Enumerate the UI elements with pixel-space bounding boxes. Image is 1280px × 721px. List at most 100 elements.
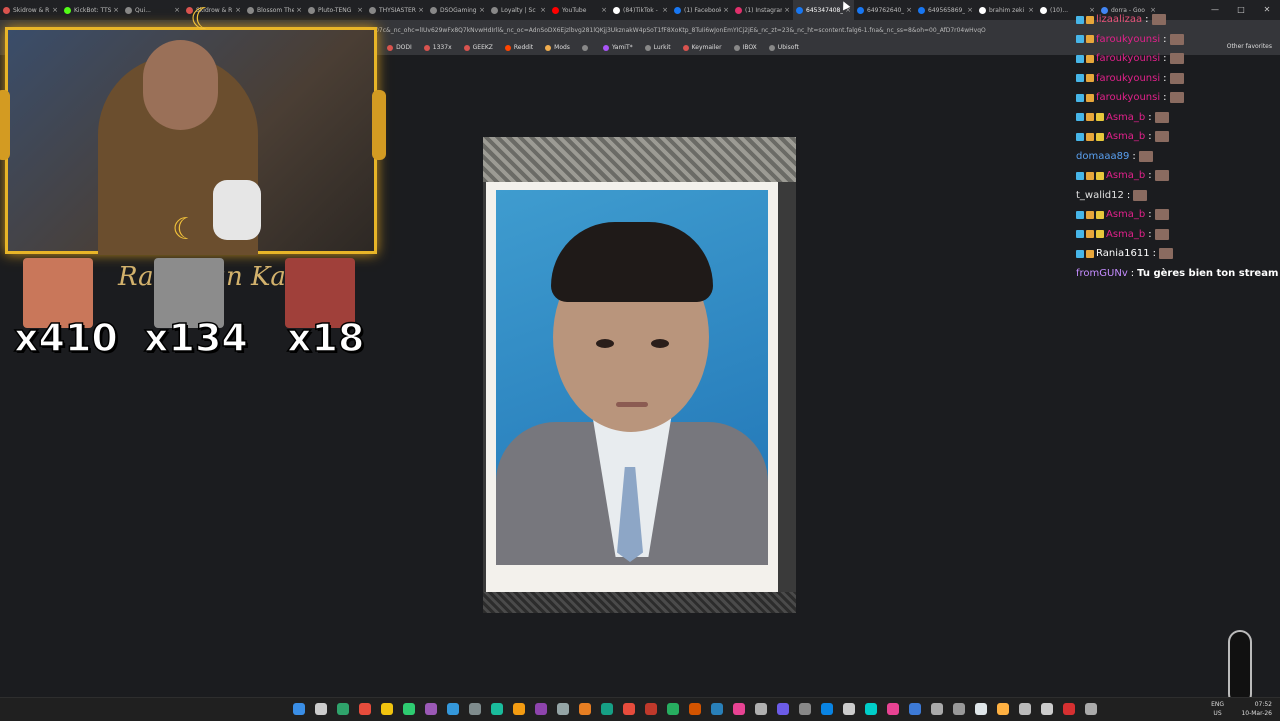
tab-close-icon[interactable]: × bbox=[601, 6, 607, 14]
taskbar-app-icon[interactable] bbox=[359, 703, 371, 715]
taskbar-app-icon[interactable] bbox=[535, 703, 547, 715]
tab-close-icon[interactable]: × bbox=[52, 6, 58, 14]
taskbar-app-icon[interactable] bbox=[953, 703, 965, 715]
taskbar-app-icon[interactable] bbox=[557, 703, 569, 715]
taskbar-app-icon[interactable] bbox=[1041, 703, 1053, 715]
bookmark-item[interactable]: Reddit bbox=[504, 44, 533, 51]
clock[interactable]: 07:52 10-Mar-26 bbox=[1241, 700, 1272, 718]
taskbar-app-icon[interactable] bbox=[469, 703, 481, 715]
taskbar-app-icon[interactable] bbox=[579, 703, 591, 715]
taskbar-app-icon[interactable] bbox=[865, 703, 877, 715]
taskbar-app-icon[interactable] bbox=[381, 703, 393, 715]
chat-username[interactable]: lizaalizaa bbox=[1096, 14, 1142, 25]
taskbar-app-icon[interactable] bbox=[623, 703, 635, 715]
taskbar-app-icon[interactable] bbox=[909, 703, 921, 715]
taskbar-app-icon[interactable] bbox=[689, 703, 701, 715]
taskbar-app-icon[interactable] bbox=[755, 703, 767, 715]
chat-message: faroukyounsi: bbox=[1076, 69, 1184, 88]
taskbar-app-icon[interactable] bbox=[975, 703, 987, 715]
emote-count: x18 bbox=[286, 315, 365, 361]
taskbar-app-icon[interactable] bbox=[931, 703, 943, 715]
browser-tab[interactable]: Loyalty | Sc × bbox=[488, 0, 549, 20]
bookmark-item[interactable]: 1337x bbox=[423, 44, 452, 51]
taskbar-app-icon[interactable] bbox=[1085, 703, 1097, 715]
browser-tab[interactable]: (1) Instagram × bbox=[732, 0, 793, 20]
bookmark-item[interactable]: YamiT* bbox=[602, 44, 633, 51]
taskbar-app-icon[interactable] bbox=[645, 703, 657, 715]
bookmark-item[interactable]: Lurkit bbox=[644, 44, 671, 51]
browser-tab[interactable]: Blossom The × bbox=[244, 0, 305, 20]
chat-username[interactable]: Asma_b bbox=[1106, 229, 1145, 240]
browser-tab[interactable]: THYSIASTER × bbox=[366, 0, 427, 20]
bookmark-item[interactable]: Keymailer bbox=[682, 44, 722, 51]
browser-tab[interactable]: YouTube × bbox=[549, 0, 610, 20]
chat-username[interactable]: faroukyounsi bbox=[1096, 53, 1160, 64]
taskbar-app-icon[interactable] bbox=[513, 703, 525, 715]
chat-username[interactable]: Asma_b bbox=[1106, 209, 1145, 220]
taskbar-app-icon[interactable] bbox=[711, 703, 723, 715]
taskbar-app-icon[interactable] bbox=[601, 703, 613, 715]
chat-username[interactable]: faroukyounsi bbox=[1096, 34, 1160, 45]
browser-tab[interactable]: 649762640_ × bbox=[854, 0, 915, 20]
chat-username[interactable]: fromGUNv bbox=[1076, 268, 1128, 279]
tab-close-icon[interactable]: × bbox=[479, 6, 485, 14]
taskbar-app-icon[interactable] bbox=[821, 703, 833, 715]
chat-username[interactable]: Rania1611 bbox=[1096, 248, 1150, 259]
tab-close-icon[interactable]: × bbox=[723, 6, 729, 14]
chat-username[interactable]: domaaa89 bbox=[1076, 151, 1129, 162]
tab-close-icon[interactable]: × bbox=[906, 6, 912, 14]
start-icon[interactable] bbox=[293, 703, 305, 715]
taskbar-app-icon[interactable] bbox=[1063, 703, 1075, 715]
tab-close-icon[interactable]: × bbox=[296, 6, 302, 14]
tab-close-icon[interactable]: × bbox=[1028, 6, 1034, 14]
chat-username[interactable]: t_walid12 bbox=[1076, 190, 1124, 201]
taskbar-app-icon[interactable] bbox=[425, 703, 437, 715]
language-indicator[interactable]: ENG US bbox=[1211, 700, 1224, 718]
tab-close-icon[interactable]: × bbox=[418, 6, 424, 14]
browser-tab[interactable]: Skidrow & R × bbox=[0, 0, 61, 20]
taskbar-app-icon[interactable] bbox=[777, 703, 789, 715]
tab-close-icon[interactable]: × bbox=[113, 6, 119, 14]
taskbar-app-icon[interactable] bbox=[337, 703, 349, 715]
taskbar-app-icon[interactable] bbox=[843, 703, 855, 715]
taskbar-app-icon[interactable] bbox=[799, 703, 811, 715]
chat-username[interactable]: faroukyounsi bbox=[1096, 92, 1160, 103]
browser-tab[interactable]: brahim zeki × bbox=[976, 0, 1037, 20]
taskbar-app-icon[interactable] bbox=[997, 703, 1009, 715]
bookmark-item[interactable] bbox=[581, 44, 591, 51]
browser-tab[interactable]: Qui... × bbox=[122, 0, 183, 20]
tab-close-icon[interactable]: × bbox=[967, 6, 973, 14]
chat-username[interactable]: faroukyounsi bbox=[1096, 73, 1160, 84]
taskbar-app-icon[interactable] bbox=[491, 703, 503, 715]
taskbar-app-icon[interactable] bbox=[447, 703, 459, 715]
chat-username[interactable]: Asma_b bbox=[1106, 131, 1145, 142]
tab-close-icon[interactable]: × bbox=[784, 6, 790, 14]
bookmark-item[interactable]: GEEKZ bbox=[463, 44, 493, 51]
tab-close-icon[interactable]: × bbox=[662, 6, 668, 14]
bookmark-item[interactable]: DODI bbox=[387, 44, 412, 51]
browser-tab[interactable]: KickBot: TTS × bbox=[61, 0, 122, 20]
tab-close-icon[interactable]: × bbox=[540, 6, 546, 14]
bookmark-item[interactable]: Ubisoft bbox=[768, 44, 799, 51]
chat-username[interactable]: Asma_b bbox=[1106, 170, 1145, 181]
bookmark-item[interactable]: Mods bbox=[545, 44, 570, 51]
tab-close-icon[interactable]: × bbox=[357, 6, 363, 14]
browser-tab[interactable]: 649565869_ × bbox=[915, 0, 976, 20]
bookmark-item[interactable]: IBOX bbox=[733, 44, 757, 51]
browser-tab[interactable]: (84)TikTok - × bbox=[610, 0, 671, 20]
tab-close-icon[interactable]: × bbox=[174, 6, 180, 14]
taskbar-app-icon[interactable] bbox=[733, 703, 745, 715]
search-icon[interactable] bbox=[315, 703, 327, 715]
robot-figure bbox=[213, 180, 261, 240]
taskbar-app-icon[interactable] bbox=[887, 703, 899, 715]
browser-tab[interactable]: (1) Facebook × bbox=[671, 0, 732, 20]
tab-favicon-icon bbox=[247, 6, 254, 14]
taskbar-app-icon[interactable] bbox=[667, 703, 679, 715]
taskbar-app-icon[interactable] bbox=[1019, 703, 1031, 715]
tab-close-icon[interactable]: × bbox=[235, 6, 241, 14]
browser-tab[interactable]: DSOGaming × bbox=[427, 0, 488, 20]
taskbar-app-icon[interactable] bbox=[403, 703, 415, 715]
chat-username[interactable]: Asma_b bbox=[1106, 112, 1145, 123]
browser-tab[interactable]: Pluto-TENG × bbox=[305, 0, 366, 20]
chat-badge-icon bbox=[1096, 171, 1104, 180]
